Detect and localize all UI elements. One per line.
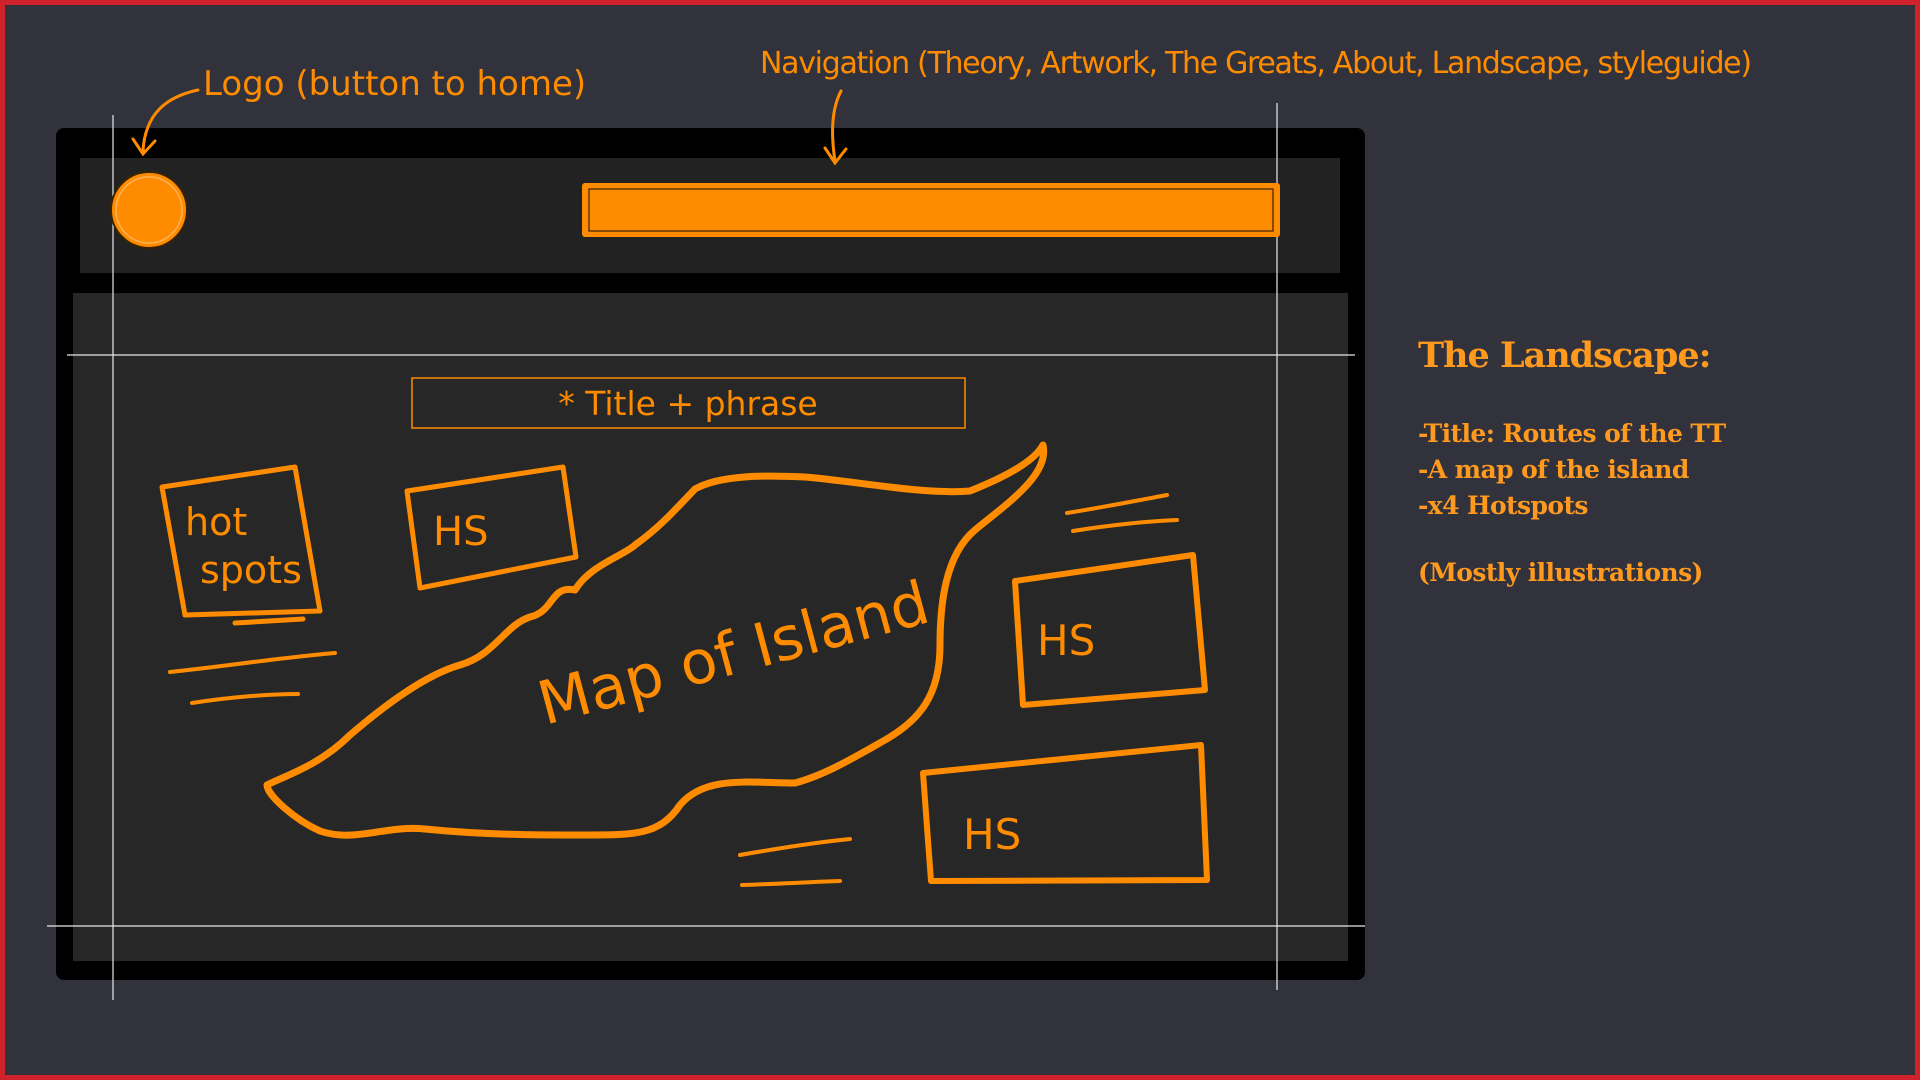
hotspots-label-line1: hot — [185, 500, 247, 544]
notes-aside: (Mostly illustrations) — [1418, 558, 1703, 587]
hotspot-3-label: HS — [963, 810, 1021, 859]
logo-circle[interactable] — [110, 171, 188, 249]
hotspots-label-line2: spots — [200, 548, 302, 592]
hotspot-1-label: HS — [433, 509, 488, 555]
wireframe-canvas: Logo (button to home) Navigation (Theory… — [0, 0, 1920, 1080]
notes-item-title: -Title: Routes of the TT — [1418, 419, 1726, 448]
navigation-annotation: Navigation (Theory, Artwork, The Greats,… — [760, 46, 1751, 81]
hotspot-2-label: HS — [1037, 616, 1095, 665]
notes-item-map: -A map of the island — [1418, 455, 1689, 484]
notes-panel: The Landscape: -Title: Routes of the TT … — [1418, 335, 1888, 587]
title-box-label: * Title + phrase — [558, 384, 818, 423]
notes-item-hotspots: -x4 Hotspots — [1418, 491, 1588, 520]
logo-annotation: Logo (button to home) — [203, 64, 586, 104]
navigation-bar[interactable] — [582, 183, 1280, 237]
notes-title: The Landscape: — [1418, 335, 1712, 376]
